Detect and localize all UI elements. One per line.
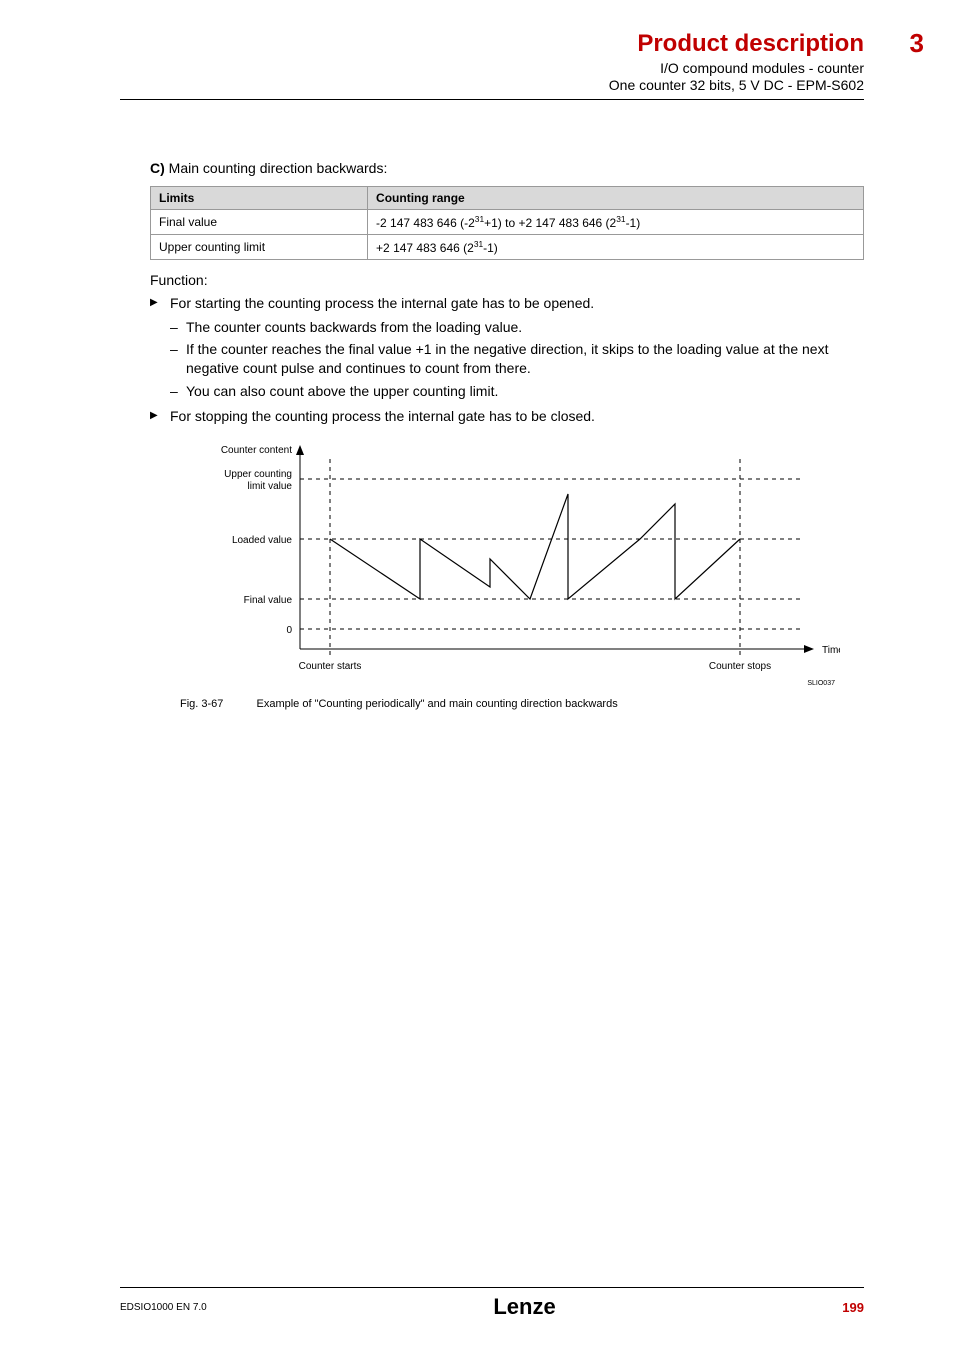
figure-caption: Fig. 3-67 Example of "Counting periodica…	[180, 698, 864, 710]
x-label-time: Time	[822, 645, 840, 656]
bullet-text: For starting the counting process the in…	[170, 295, 594, 311]
header-subtitle-2: One counter 32 bits, 5 V DC - EPM-S602	[120, 77, 864, 93]
table-header-row: Limits Counting range	[151, 187, 864, 210]
y-label-counter-content: Counter content	[221, 445, 292, 456]
sub-item: If the counter reaches the final value +…	[170, 340, 864, 378]
chart-svg: Counter content Upper counting limit val…	[180, 439, 840, 689]
section-c-text: Main counting direction backwards:	[169, 160, 388, 176]
x-label-stops: Counter stops	[709, 661, 771, 672]
footer-rule	[120, 1287, 864, 1288]
page-header: Product description 3 I/O compound modul…	[120, 30, 864, 100]
header-rule	[120, 99, 864, 100]
header-subtitle-1: I/O compound modules - counter	[120, 60, 864, 76]
text: +1) to +2 147 483 646 (2	[484, 216, 616, 230]
bullet-item: For stopping the counting process the in…	[150, 407, 864, 427]
page-footer: EDSIO1000 EN 7.0 Lenze 199	[0, 1287, 954, 1320]
chart-code: SLIO037	[807, 680, 835, 687]
figure-text: Example of "Counting periodically" and m…	[256, 698, 617, 710]
y-label-loaded: Loaded value	[232, 535, 292, 546]
sup: 31	[475, 214, 484, 224]
section-c-label: C)	[150, 160, 165, 176]
cell-final-value-label: Final value	[151, 210, 368, 235]
sub-list: The counter counts backwards from the lo…	[170, 318, 864, 402]
table-row: Upper counting limit +2 147 483 646 (231…	[151, 235, 864, 260]
y-label-upper-2: limit value	[248, 481, 293, 492]
counter-chart: Counter content Upper counting limit val…	[180, 439, 864, 694]
sub-item: The counter counts backwards from the lo…	[170, 318, 864, 337]
page-title: Product description	[637, 30, 864, 58]
section-c-heading: C) Main counting direction backwards:	[150, 160, 864, 176]
bullet-list: For starting the counting process the in…	[150, 294, 864, 427]
figure-number: Fig. 3-67	[180, 698, 223, 710]
cell-upper-limit-range: +2 147 483 646 (231-1)	[368, 235, 864, 260]
text: -2 147 483 646 (-2	[376, 216, 475, 230]
text: +2 147 483 646 (2	[376, 241, 474, 255]
th-counting-range: Counting range	[368, 187, 864, 210]
cell-upper-limit-label: Upper counting limit	[151, 235, 368, 260]
text: -1)	[483, 241, 498, 255]
x-label-starts: Counter starts	[299, 661, 362, 672]
limits-table: Limits Counting range Final value -2 147…	[150, 186, 864, 260]
table-row: Final value -2 147 483 646 (-231+1) to +…	[151, 210, 864, 235]
footer-page-number: 199	[842, 1300, 864, 1315]
bullet-item: For starting the counting process the in…	[150, 294, 864, 401]
sup: 31	[616, 214, 625, 224]
y-label-final: Final value	[244, 595, 293, 606]
cell-final-value-range: -2 147 483 646 (-231+1) to +2 147 483 64…	[368, 210, 864, 235]
y-label-zero: 0	[286, 625, 292, 636]
y-label-upper-1: Upper counting	[224, 469, 292, 480]
function-label: Function:	[150, 272, 864, 288]
sub-item: You can also count above the upper count…	[170, 382, 864, 401]
text: -1)	[626, 216, 641, 230]
chapter-number: 3	[910, 28, 924, 59]
footer-logo: Lenze	[493, 1294, 555, 1320]
footer-doc-id: EDSIO1000 EN 7.0	[120, 1302, 207, 1313]
sup: 31	[474, 239, 483, 249]
th-limits: Limits	[151, 187, 368, 210]
